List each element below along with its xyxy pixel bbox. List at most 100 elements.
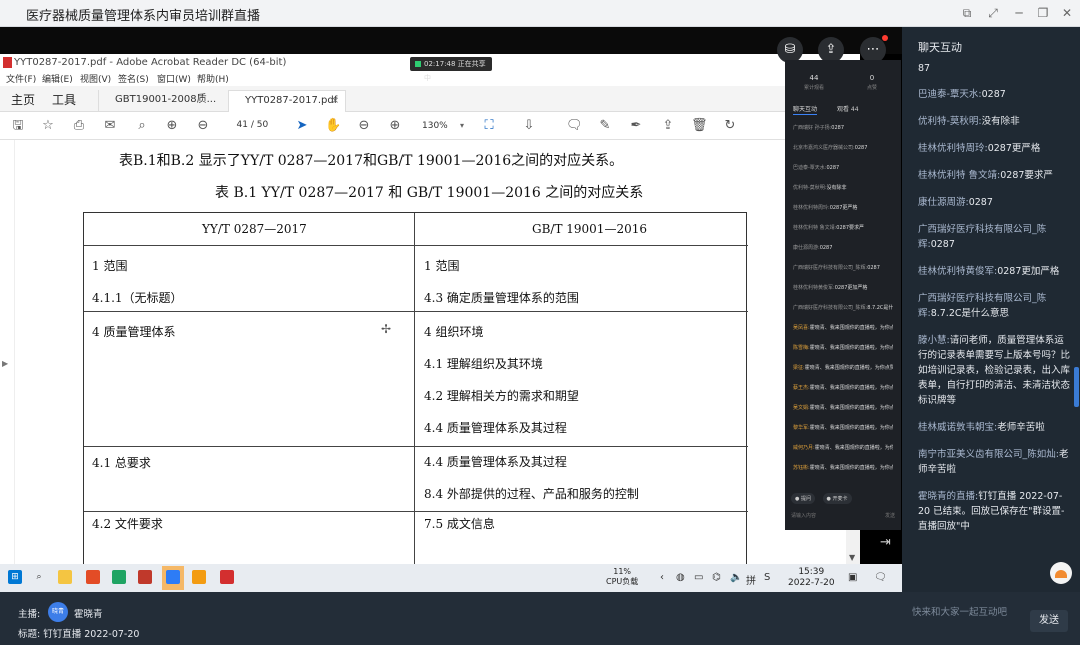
close-tab-icon[interactable]: × <box>331 91 339 111</box>
rotate-icon[interactable]: ↻ <box>722 118 738 134</box>
wechat-icon[interactable] <box>112 570 126 584</box>
overlay-message-text: 0287要求严 <box>836 225 865 231</box>
scroll-mode-icon[interactable]: ⇩ <box>521 118 537 134</box>
menu-view[interactable]: 视图(V) <box>80 72 111 85</box>
search-icon[interactable]: ⌕ <box>32 570 46 584</box>
battery-icon[interactable]: ▭ <box>694 572 703 583</box>
tab-home[interactable]: 主页 <box>11 91 35 108</box>
zoom-search-icon[interactable]: ⌕ <box>134 118 150 134</box>
tab-gbt19001[interactable]: GBT19001-2008质... <box>98 90 238 112</box>
overlay-tab-viewers[interactable]: 观看 44 <box>837 104 859 113</box>
share-icon[interactable]: ⇪ <box>660 118 676 134</box>
delete-icon[interactable]: 🗑 <box>691 118 708 134</box>
overlay-input[interactable]: 请输入内容 发送 <box>791 512 895 519</box>
avatar[interactable]: 晓青 <box>48 602 68 622</box>
message-text: 0287 <box>968 197 993 208</box>
chat-scroll-handle[interactable] <box>1074 367 1079 407</box>
hand-tool-icon[interactable]: ✋ <box>325 118 341 134</box>
page-up-icon[interactable]: ⊕ <box>164 118 180 134</box>
select-cursor-icon[interactable]: ➤ <box>294 118 310 134</box>
table-cell: 8.4 外部提供的过程、产品和服务的控制 <box>424 487 639 501</box>
send-button[interactable]: 发送 <box>1030 610 1068 632</box>
overlay-message-author: 巴迪泰-覃天水: <box>793 165 827 171</box>
table-cell: 4.4 质量管理体系及其过程 <box>424 421 567 435</box>
network-icon[interactable]: ⌬ <box>712 572 721 583</box>
overlay-message: 广西瑞好医疗科技有限公司_陈辉:8.7.2C是什么意思 <box>793 304 893 311</box>
browser-icon[interactable] <box>192 570 206 584</box>
page-down-icon[interactable]: ⊖ <box>195 118 211 134</box>
notification-badge-icon[interactable]: ▣ <box>848 572 857 583</box>
overlay-chat-panel: 44 累计观看 0 点赞 聊天互动 观看 44 广西瑞好 孙子扬:0287 北京市… <box>785 60 901 530</box>
zoom-out-icon[interactable]: ⊖ <box>356 118 372 134</box>
chat-sidebar: 聊天互动 87 巴迪泰-覃天水:0287 优利特-莫秋明:没有除非 桂林优利特周… <box>902 27 1080 592</box>
zoom-in-icon[interactable]: ⊕ <box>387 118 403 134</box>
picture-in-picture-icon[interactable]: ⧉ <box>958 4 976 22</box>
menu-file[interactable]: 文件(F) <box>6 72 36 85</box>
tray-chevron-icon[interactable]: ‹ <box>660 572 664 583</box>
overlay-message: 桂林优利特周玲:0287更严格 <box>793 204 893 211</box>
collapse-panel-icon[interactable]: ⇥ <box>880 535 891 550</box>
minimize-icon[interactable]: ─ <box>1010 4 1028 22</box>
message-author: 优利特-莫秋明: <box>918 116 982 127</box>
office-icon[interactable] <box>86 570 100 584</box>
live-gift-icon[interactable] <box>1050 562 1072 584</box>
signal-icon <box>415 61 421 67</box>
table-header-left: YY/T 0287—2017 <box>202 222 307 236</box>
menu-edit[interactable]: 编辑(E) <box>42 72 73 85</box>
comment-icon[interactable]: 🗨 <box>566 118 583 134</box>
pdf-icon <box>3 57 12 68</box>
bookmark-star-icon[interactable]: ☆ <box>40 118 56 134</box>
email-icon[interactable]: ✉ <box>102 118 118 134</box>
overlay-send-button[interactable]: 发送 <box>885 512 895 519</box>
chat-input[interactable]: 快来和大家一起互动吧 <box>912 604 1007 618</box>
restore-icon[interactable]: ❐ <box>1034 4 1052 22</box>
stat-value: 0 <box>869 74 875 82</box>
menu-window[interactable]: 窗口(W) <box>157 72 191 85</box>
page-indicator[interactable]: 41 / 50 <box>228 120 269 130</box>
expand-left-panel-icon[interactable]: ▶ <box>2 359 8 368</box>
stat-likes: 0 点赞 <box>843 74 901 91</box>
windows-start-icon[interactable]: ⊞ <box>8 570 22 584</box>
chat-message: 康仕源周游:0287 <box>918 195 1070 210</box>
mic-card-button[interactable]: ● 开麦卡 <box>822 493 852 504</box>
fullscreen-icon[interactable]: ⤢ <box>984 4 1002 22</box>
print-icon[interactable]: ⎙ <box>71 118 87 134</box>
tab-tools[interactable]: 工具 <box>52 91 76 108</box>
menu-sign[interactable]: 签名(S) <box>118 72 149 85</box>
sogou-icon[interactable]: S <box>764 572 770 583</box>
action-center-icon[interactable]: 🗨 <box>874 572 887 583</box>
dingtalk-icon[interactable] <box>166 570 180 584</box>
page-current[interactable]: 41 <box>228 120 248 130</box>
tab-yyt0287[interactable]: YYT0287-2017.pdf × <box>228 90 346 112</box>
zoom-select[interactable]: 130% <box>414 118 466 134</box>
clock-date: 2022-7-20 <box>788 578 835 588</box>
message-author: 桂林优利特周玲: <box>918 143 988 154</box>
overlay-message: 桂林优利特黄俊军:0287更加严格 <box>793 284 893 291</box>
taskbar-clock[interactable]: 15:39 2022-7-20 <box>788 567 835 589</box>
sharing-indicator: 02:17:48 正在共享中 <box>410 57 492 82</box>
file-explorer-icon[interactable] <box>58 570 72 584</box>
overlay-message: 桂林优利特 鲁文靖:0287要求严 <box>793 224 893 231</box>
table-row-divider <box>84 511 748 512</box>
scroll-down-icon[interactable]: ▼ <box>849 553 855 562</box>
fit-page-icon[interactable]: ⛶ <box>481 118 497 134</box>
message-author: 巴迪泰-覃天水: <box>918 89 982 100</box>
volume-icon[interactable]: 🔈 <box>730 572 742 583</box>
overlay-message-text: 霍晓青、我来围观你的直播啦，为你点赞！ <box>804 365 893 371</box>
overlay-message: 广西瑞好医疗科技有限公司_陈辉:0287 <box>793 264 893 271</box>
overlay-message-author: 桂林优利特周玲: <box>793 205 830 211</box>
sign-icon[interactable]: ✒ <box>628 118 644 134</box>
powerpoint-icon[interactable] <box>138 570 152 584</box>
save-icon[interactable]: 🖫 <box>10 118 26 134</box>
acrobat-taskbar-icon[interactable] <box>220 570 234 584</box>
input-method-icon[interactable]: 拼 <box>746 572 756 587</box>
acrobat-menubar: 文件(F) 编辑(E) 视图(V) 签名(S) 窗口(W) 帮助(H) <box>0 71 860 86</box>
overlay-message-text: 0287 <box>854 145 868 151</box>
menu-help[interactable]: 帮助(H) <box>197 72 229 85</box>
tab-label: GBT19001-2008质... <box>115 94 217 105</box>
ask-button[interactable]: ● 提问 <box>791 493 815 504</box>
close-icon[interactable]: ✕ <box>1058 4 1076 22</box>
overlay-tab-chat[interactable]: 聊天互动 <box>793 104 817 113</box>
highlight-pen-icon[interactable]: ✎ <box>597 118 613 134</box>
tray-app-icon[interactable]: ◍ <box>676 572 685 583</box>
